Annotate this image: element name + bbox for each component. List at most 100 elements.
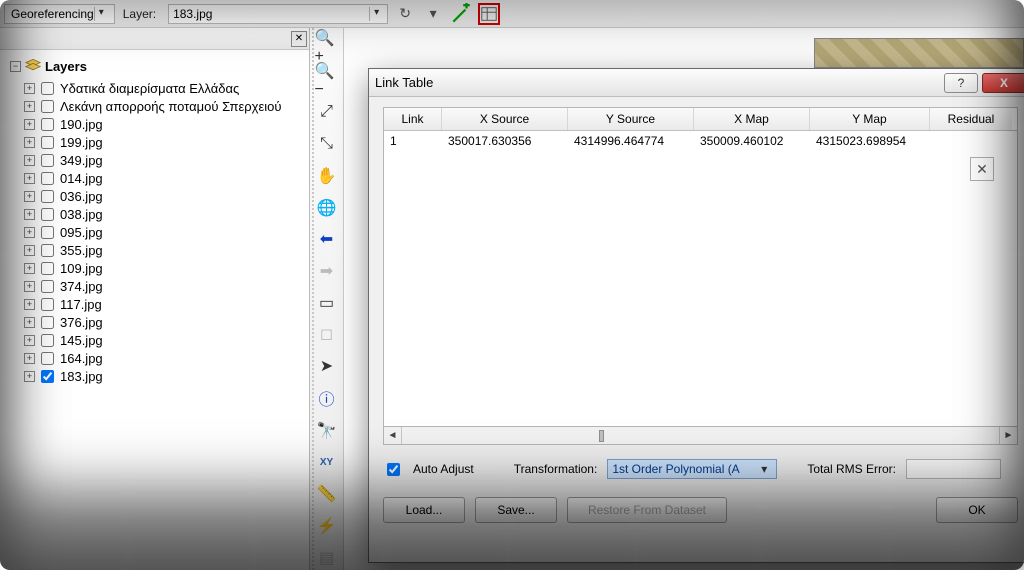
layer-visibility-checkbox[interactable] (41, 244, 54, 257)
fixed-zoom-in-icon[interactable]: ⤢ (314, 100, 340, 125)
load-button[interactable]: Load... (383, 497, 465, 523)
expand-icon[interactable]: + (24, 245, 35, 256)
expand-icon[interactable]: + (24, 155, 35, 166)
layer-item[interactable]: +349.jpg (24, 151, 305, 169)
restore-from-dataset-button[interactable]: Restore From Dataset (567, 497, 727, 523)
add-control-point-icon[interactable] (450, 3, 472, 25)
layer-item[interactable]: +109.jpg (24, 259, 305, 277)
identify-icon[interactable]: ⓘ (314, 385, 340, 411)
expand-icon[interactable]: + (24, 263, 35, 274)
layer-selector[interactable]: 183.jpg ▾ (168, 4, 388, 24)
layer-visibility-checkbox[interactable] (41, 298, 54, 311)
expand-icon[interactable]: + (24, 371, 35, 382)
deselect-icon[interactable]: ◻ (314, 322, 340, 347)
table-row[interactable]: 1350017.6303564314996.464774350009.46010… (384, 131, 1017, 151)
zoom-in-icon[interactable]: 🔍+ (314, 34, 340, 60)
layer-item[interactable]: +038.jpg (24, 205, 305, 223)
pointer-icon[interactable]: ➤ (314, 354, 340, 379)
link-table-titlebar[interactable]: Link Table ? X (369, 69, 1024, 97)
georeferencing-menu[interactable]: Georeferencing ▾ (4, 4, 115, 24)
layer-item[interactable]: +376.jpg (24, 313, 305, 331)
column-header[interactable]: X Map (694, 108, 810, 130)
pan-icon[interactable]: ✋ (314, 163, 340, 188)
expand-icon[interactable]: + (24, 137, 35, 148)
layer-visibility-checkbox[interactable] (41, 226, 54, 239)
collapse-icon[interactable]: − (10, 61, 21, 72)
layer-visibility-checkbox[interactable] (41, 172, 54, 185)
column-header[interactable]: Y Map (810, 108, 930, 130)
expand-icon[interactable]: + (24, 353, 35, 364)
expand-icon[interactable]: + (24, 173, 35, 184)
transformation-dropdown[interactable]: 1st Order Polynomial (A ▾ (607, 459, 777, 479)
expand-icon[interactable]: + (24, 191, 35, 202)
scroll-thumb[interactable] (599, 430, 604, 442)
delete-link-button[interactable]: ✕ (970, 157, 994, 181)
find-icon[interactable]: 🔭 (314, 418, 340, 443)
layer-visibility-checkbox[interactable] (41, 118, 54, 131)
xy-icon[interactable]: XY (314, 450, 340, 475)
layer-item[interactable]: +117.jpg (24, 295, 305, 313)
transformation-label: Transformation: (514, 462, 598, 476)
layer-visibility-checkbox[interactable] (41, 370, 54, 383)
layer-visibility-checkbox[interactable] (41, 334, 54, 347)
layer-item[interactable]: +Υδατικά διαμερίσματα Ελλάδας (24, 79, 305, 97)
layer-visibility-checkbox[interactable] (41, 352, 54, 365)
layer-visibility-checkbox[interactable] (41, 316, 54, 329)
forward-extent-icon[interactable]: ➡ (314, 259, 340, 284)
layer-item[interactable]: +095.jpg (24, 223, 305, 241)
html-icon[interactable]: ▤ (314, 545, 340, 570)
expand-icon[interactable]: + (24, 83, 35, 94)
scroll-right-icon[interactable]: ► (999, 427, 1017, 444)
link-table-icon[interactable] (478, 3, 500, 25)
layer-item[interactable]: +145.jpg (24, 331, 305, 349)
close-panel-button[interactable]: ✕ (291, 31, 307, 47)
horizontal-scrollbar[interactable]: ◄ ► (383, 427, 1018, 445)
select-element-icon[interactable]: ▭ (314, 290, 340, 315)
column-header[interactable]: X Source (442, 108, 568, 130)
save-button[interactable]: Save... (475, 497, 557, 523)
layer-item[interactable]: +190.jpg (24, 115, 305, 133)
expand-icon[interactable]: + (24, 335, 35, 346)
column-header[interactable]: Y Source (568, 108, 694, 130)
layer-visibility-checkbox[interactable] (41, 136, 54, 149)
scroll-left-icon[interactable]: ◄ (384, 427, 402, 444)
layer-item[interactable]: +014.jpg (24, 169, 305, 187)
layer-visibility-checkbox[interactable] (41, 154, 54, 167)
layer-visibility-checkbox[interactable] (41, 100, 54, 113)
close-button[interactable]: X (982, 73, 1024, 93)
help-button[interactable]: ? (944, 73, 978, 93)
link-table-grid[interactable]: LinkX SourceY SourceX MapY MapResidual 1… (383, 107, 1018, 427)
layer-item[interactable]: +374.jpg (24, 277, 305, 295)
full-extent-icon[interactable]: 🌐 (314, 195, 340, 220)
expand-icon[interactable]: + (24, 119, 35, 130)
layer-item[interactable]: +183.jpg (24, 367, 305, 385)
layer-visibility-checkbox[interactable] (41, 208, 54, 221)
column-header[interactable]: Residual (930, 108, 1012, 130)
column-header[interactable]: Link (384, 108, 442, 130)
rotate-icon[interactable]: ↻ (394, 3, 416, 25)
chevron-down-icon[interactable]: ▾ (422, 3, 444, 25)
layer-item[interactable]: +164.jpg (24, 349, 305, 367)
expand-icon[interactable]: + (24, 317, 35, 328)
flash-icon[interactable]: ⚡ (314, 514, 340, 539)
layer-item[interactable]: +199.jpg (24, 133, 305, 151)
fixed-zoom-out-icon[interactable]: ⤡ (314, 132, 340, 157)
layers-root-label: Layers (45, 59, 87, 74)
measure-icon[interactable]: 📏 (314, 482, 340, 507)
layer-visibility-checkbox[interactable] (41, 262, 54, 275)
zoom-out-icon[interactable]: 🔍− (314, 67, 340, 93)
back-extent-icon[interactable]: ⬅ (314, 227, 340, 252)
expand-icon[interactable]: + (24, 101, 35, 112)
layer-item[interactable]: +036.jpg (24, 187, 305, 205)
expand-icon[interactable]: + (24, 227, 35, 238)
layer-visibility-checkbox[interactable] (41, 280, 54, 293)
expand-icon[interactable]: + (24, 299, 35, 310)
layer-item[interactable]: +355.jpg (24, 241, 305, 259)
expand-icon[interactable]: + (24, 281, 35, 292)
ok-button[interactable]: OK (936, 497, 1018, 523)
layer-visibility-checkbox[interactable] (41, 190, 54, 203)
layer-visibility-checkbox[interactable] (41, 82, 54, 95)
layer-item[interactable]: +Λεκάνη απορροής ποταμού Σπερχειού (24, 97, 305, 115)
auto-adjust-checkbox[interactable] (387, 463, 400, 476)
expand-icon[interactable]: + (24, 209, 35, 220)
